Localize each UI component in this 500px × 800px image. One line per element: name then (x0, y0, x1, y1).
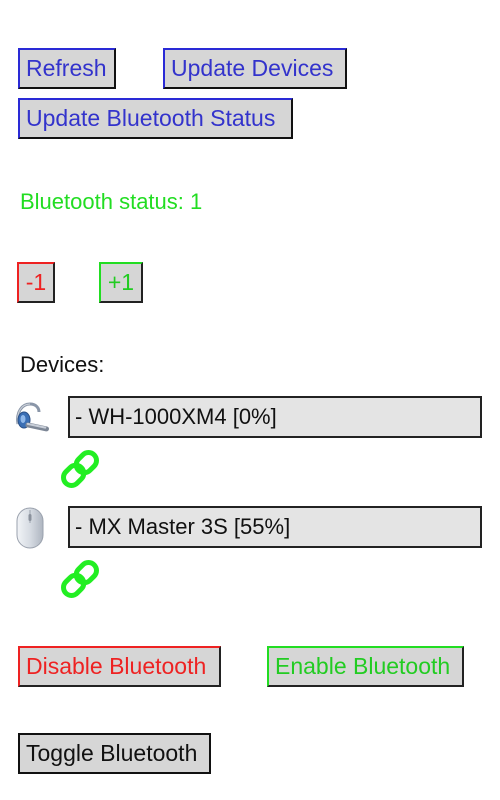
device-item-mx-master-3s[interactable]: - MX Master 3S [55%] (68, 506, 482, 548)
update-bluetooth-status-button[interactable]: Update Bluetooth Status (18, 98, 293, 139)
toggle-bluetooth-button[interactable]: Toggle Bluetooth (18, 733, 211, 774)
headset-icon (12, 396, 50, 440)
update-devices-button[interactable]: Update Devices (163, 48, 347, 89)
link-icon[interactable] (58, 447, 102, 491)
enable-bluetooth-button[interactable]: Enable Bluetooth (267, 646, 464, 687)
bluetooth-panel: Refresh Update Devices Update Bluetooth … (0, 0, 500, 800)
disable-bluetooth-button[interactable]: Disable Bluetooth (18, 646, 221, 687)
devices-heading: Devices: (20, 352, 105, 377)
increment-button[interactable]: +1 (99, 262, 143, 303)
decrement-button[interactable]: -1 (17, 262, 55, 303)
device-label: - WH-1000XM4 [0%] (75, 404, 277, 429)
link-icon[interactable] (58, 557, 102, 601)
bluetooth-status-text: Bluetooth status: 1 (20, 189, 203, 214)
device-label: - MX Master 3S [55%] (75, 514, 291, 539)
device-item-wh-1000xm4[interactable]: - WH-1000XM4 [0%] (68, 396, 482, 438)
refresh-button[interactable]: Refresh (18, 48, 116, 89)
mouse-icon (14, 506, 50, 550)
